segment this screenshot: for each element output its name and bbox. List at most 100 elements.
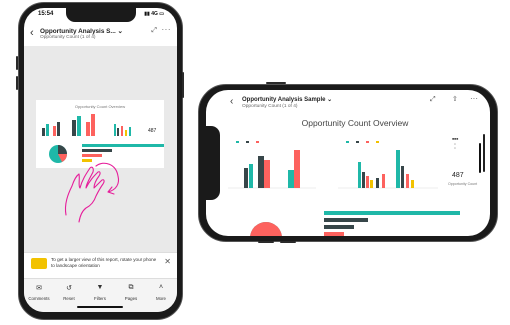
- bar: [91, 114, 95, 136]
- bar-chart-left: [42, 122, 60, 136]
- network-label: 4G: [151, 11, 158, 17]
- legend-marker: [376, 141, 379, 143]
- report-visuals: 487: [42, 114, 164, 163]
- bar: [42, 128, 45, 136]
- legend-marker: [356, 141, 359, 143]
- slicer-option[interactable]: □: [454, 146, 456, 150]
- bar: [362, 172, 365, 188]
- pie-chart: [250, 222, 282, 236]
- toolbar-reset[interactable]: ↺ Reset: [54, 284, 84, 301]
- bar: [258, 156, 264, 188]
- bar: [117, 128, 119, 136]
- bar: [411, 180, 414, 188]
- hbar: [324, 211, 460, 215]
- comment-icon: ✉: [36, 285, 42, 292]
- portrait-volume-up: [16, 56, 18, 70]
- pie-slice: [266, 222, 282, 236]
- legend-marker: [246, 141, 249, 143]
- status-indicators: ▮▮ 4G ▭: [144, 11, 164, 17]
- landscape-side-button: [266, 82, 286, 84]
- battery-icon: ▭: [159, 11, 164, 17]
- bar: [396, 150, 400, 188]
- bar: [244, 168, 248, 188]
- bar: [57, 122, 60, 136]
- filter-icon: ▼: [96, 284, 104, 291]
- hbar: [324, 232, 344, 236]
- landscape-volume-down: [280, 241, 296, 243]
- kpi-value: 487: [148, 128, 157, 134]
- bar: [264, 160, 270, 188]
- toolbar-comments[interactable]: ✉ Comments: [24, 284, 54, 301]
- rotate-banner-text: To get a larger view of this report, rot…: [51, 257, 157, 268]
- bar: [358, 162, 361, 188]
- rotate-phone-icon: [31, 258, 47, 269]
- toolbar-label: Reset: [63, 296, 75, 301]
- page-subtitle: Opportunity Count (1 of 4): [40, 35, 96, 40]
- report-title[interactable]: Opportunity Analysis S... ⌄: [40, 27, 123, 35]
- hbar: [324, 218, 368, 222]
- legend-marker: [236, 141, 239, 143]
- bar: [401, 166, 404, 188]
- signal-icon: ▮▮: [144, 11, 150, 17]
- portrait-volume-down: [16, 76, 18, 90]
- pie-chart: [49, 145, 67, 163]
- bar: [114, 124, 116, 136]
- close-icon[interactable]: ✕: [164, 257, 171, 266]
- hbar-chart: [82, 144, 164, 162]
- bar: [406, 174, 409, 188]
- slicer[interactable]: □ □: [454, 142, 456, 150]
- pages-icon: ⧉: [128, 284, 134, 291]
- bar: [366, 176, 369, 188]
- bar: [86, 122, 90, 136]
- bar: [370, 180, 373, 188]
- toolbar-label: Comments: [28, 296, 50, 301]
- legend-marker: [346, 141, 349, 143]
- scrollbar[interactable]: [483, 134, 485, 172]
- hbar: [82, 159, 92, 162]
- bar: [129, 127, 131, 136]
- back-arrow-icon[interactable]: ‹: [30, 27, 34, 39]
- report-title-text: Opportunity Analysis S...: [40, 28, 116, 35]
- toolbar-label: Filters: [94, 296, 106, 301]
- toolbar-label: More: [155, 296, 166, 301]
- pie-slice: [58, 145, 67, 154]
- bar: [288, 170, 294, 188]
- toolbar-pages[interactable]: ⧉ Pages: [116, 284, 146, 301]
- bar: [46, 124, 49, 136]
- landscape-screen: ‹ Opportunity Analysis Sample ⌄ Opportun…: [206, 90, 490, 236]
- home-indicator[interactable]: [77, 306, 123, 308]
- kpi-value: 487: [452, 172, 464, 179]
- slicer-title: ■■■: [452, 137, 459, 141]
- toolbar-more[interactable]: ˄ More: [146, 284, 176, 301]
- bar: [376, 178, 379, 188]
- portrait-notch: [66, 8, 136, 22]
- bar-chart-right: [114, 124, 131, 136]
- bar: [121, 126, 123, 136]
- hbar: [82, 149, 112, 152]
- chevron-up-icon: ˄: [158, 284, 164, 291]
- hbar-chart: [324, 211, 460, 236]
- report-page-thumbnail[interactable]: Opportunity Count Overview 487: [36, 100, 164, 168]
- report-header: ‹ Opportunity Analysis S... ⌄ Opportunit…: [24, 24, 177, 44]
- hbar: [82, 154, 102, 157]
- bar: [382, 174, 385, 188]
- bar-chart-by-stage: [338, 141, 438, 189]
- more-icon[interactable]: ···: [162, 25, 172, 34]
- bar: [77, 116, 81, 136]
- landscape-volume-up: [258, 241, 274, 243]
- landscape-report-visuals: [228, 141, 460, 236]
- legend-marker: [366, 141, 369, 143]
- title-dropdown-icon: ⌄: [117, 28, 123, 35]
- bar: [125, 130, 127, 136]
- pie-slice: [250, 222, 266, 236]
- bar: [294, 150, 300, 188]
- rotate-banner: To get a larger view of this report, rot…: [24, 252, 177, 278]
- hbar: [82, 144, 164, 147]
- portrait-screen: 15:54 ▮▮ 4G ▭ ‹ Opportunity Analysis S..…: [24, 8, 177, 312]
- toolbar-filters[interactable]: ▼ Filters: [85, 284, 115, 301]
- bar: [72, 120, 76, 136]
- bar: [249, 164, 253, 188]
- expand-icon[interactable]: ⤢: [151, 27, 157, 35]
- landscape-home-indicator[interactable]: [479, 143, 481, 173]
- status-time: 15:54: [38, 11, 54, 17]
